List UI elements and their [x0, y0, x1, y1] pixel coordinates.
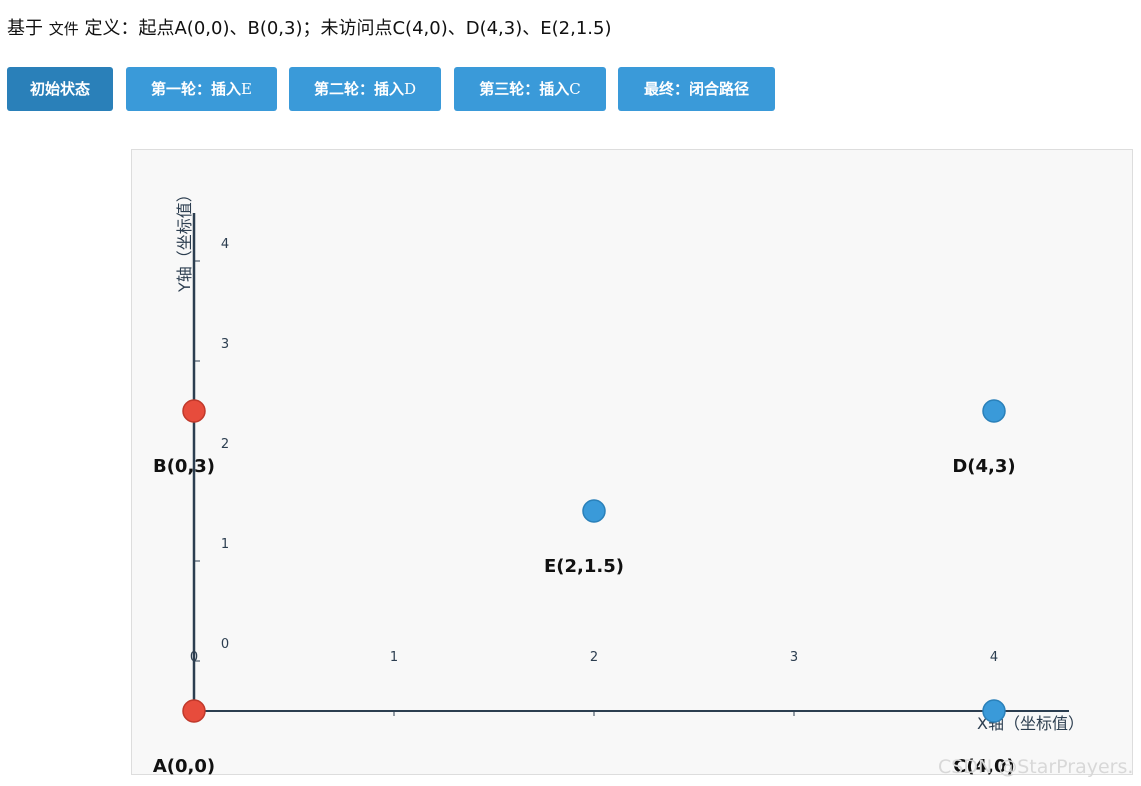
point-label-d: D(4,3): [952, 456, 1015, 477]
y-tick-label: 0: [221, 637, 229, 652]
y-tick-label: 1: [221, 537, 229, 552]
x-tick-label: 4: [990, 650, 998, 665]
x-tick-label: 3: [790, 650, 798, 665]
x-tick-label: 1: [390, 650, 398, 665]
y-tick-label: 3: [221, 337, 229, 352]
point-b: [182, 399, 206, 423]
point-label-b: B(0,3): [153, 456, 215, 477]
point-a: [182, 699, 206, 723]
y-tick-label: 4: [221, 237, 229, 252]
point-e: [582, 499, 606, 523]
y-tick-label: 2: [221, 437, 229, 452]
point-label-e: E(2,1.5): [544, 556, 624, 577]
point-label-a: A(0,0): [153, 756, 215, 777]
watermark: CSDN @StarPrayers.: [938, 756, 1134, 778]
x-tick-label: 2: [590, 650, 598, 665]
scatter-chart: 0 1 2 3 401234X轴（坐标值）Y轴（坐标值）A(0,0)B(0,3)C(4,…: [153, 186, 1084, 777]
point-d: [982, 399, 1006, 423]
point-c: [982, 699, 1006, 723]
y-axis-label: Y轴（坐标值）: [175, 186, 194, 293]
x-tick-label: 0: [190, 650, 198, 665]
